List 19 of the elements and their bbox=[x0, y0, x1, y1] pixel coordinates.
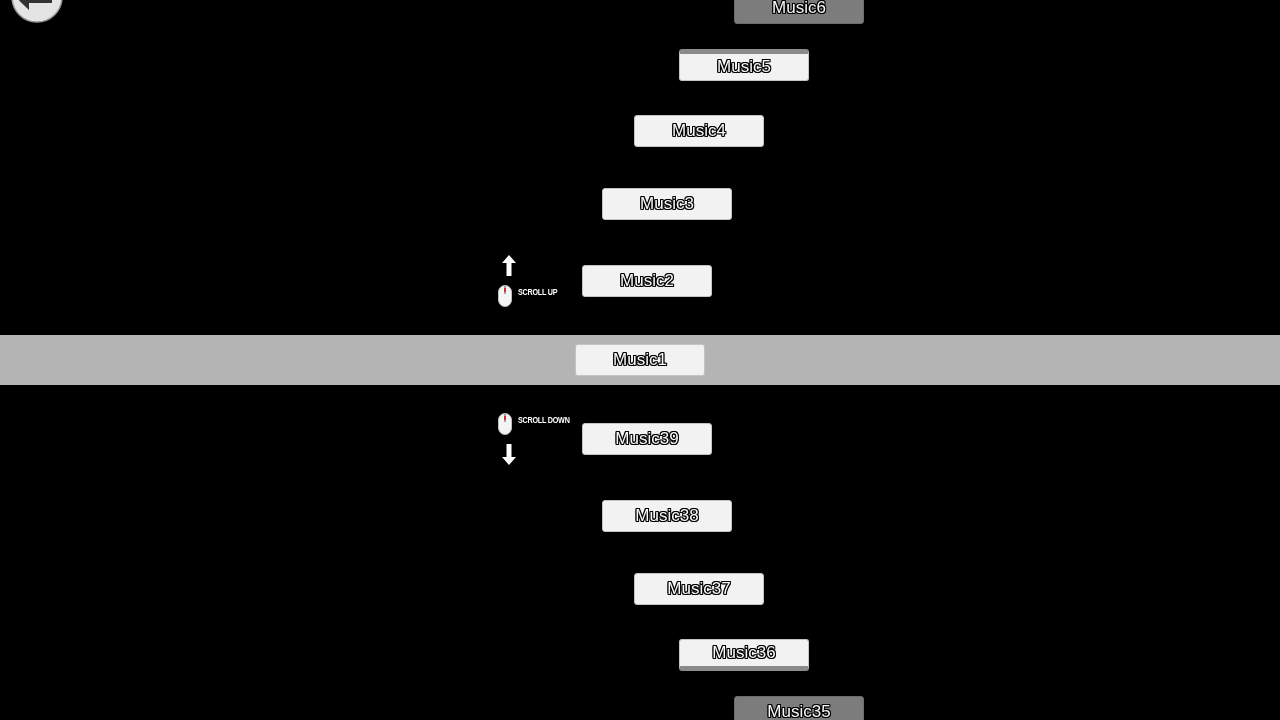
scroll-hint-label: SCROLL UP bbox=[518, 287, 558, 297]
music-item[interactable]: Music3 bbox=[602, 188, 732, 220]
music-item[interactable]: Music6 bbox=[734, 0, 864, 24]
mouse-icon bbox=[498, 413, 512, 435]
music-item[interactable]: Music36 bbox=[679, 639, 809, 671]
music-item[interactable]: Music38 bbox=[602, 500, 732, 532]
back-button[interactable] bbox=[11, 0, 63, 23]
left-arrow-icon bbox=[19, 0, 52, 10]
scroll-hint-label: SCROLL DOWN bbox=[518, 415, 570, 425]
music-item[interactable]: Music2 bbox=[582, 265, 712, 297]
music-item[interactable]: Music37 bbox=[634, 573, 764, 605]
music-item[interactable]: Music1 bbox=[575, 344, 705, 376]
music-item[interactable]: Music4 bbox=[634, 115, 764, 147]
mouse-icon bbox=[498, 285, 512, 307]
down-arrow-icon bbox=[502, 444, 516, 465]
music-item[interactable]: Music39 bbox=[582, 423, 712, 455]
music-item[interactable]: Music5 bbox=[679, 49, 809, 81]
up-arrow-icon bbox=[502, 255, 516, 276]
music-item[interactable]: Music35 bbox=[734, 696, 864, 720]
